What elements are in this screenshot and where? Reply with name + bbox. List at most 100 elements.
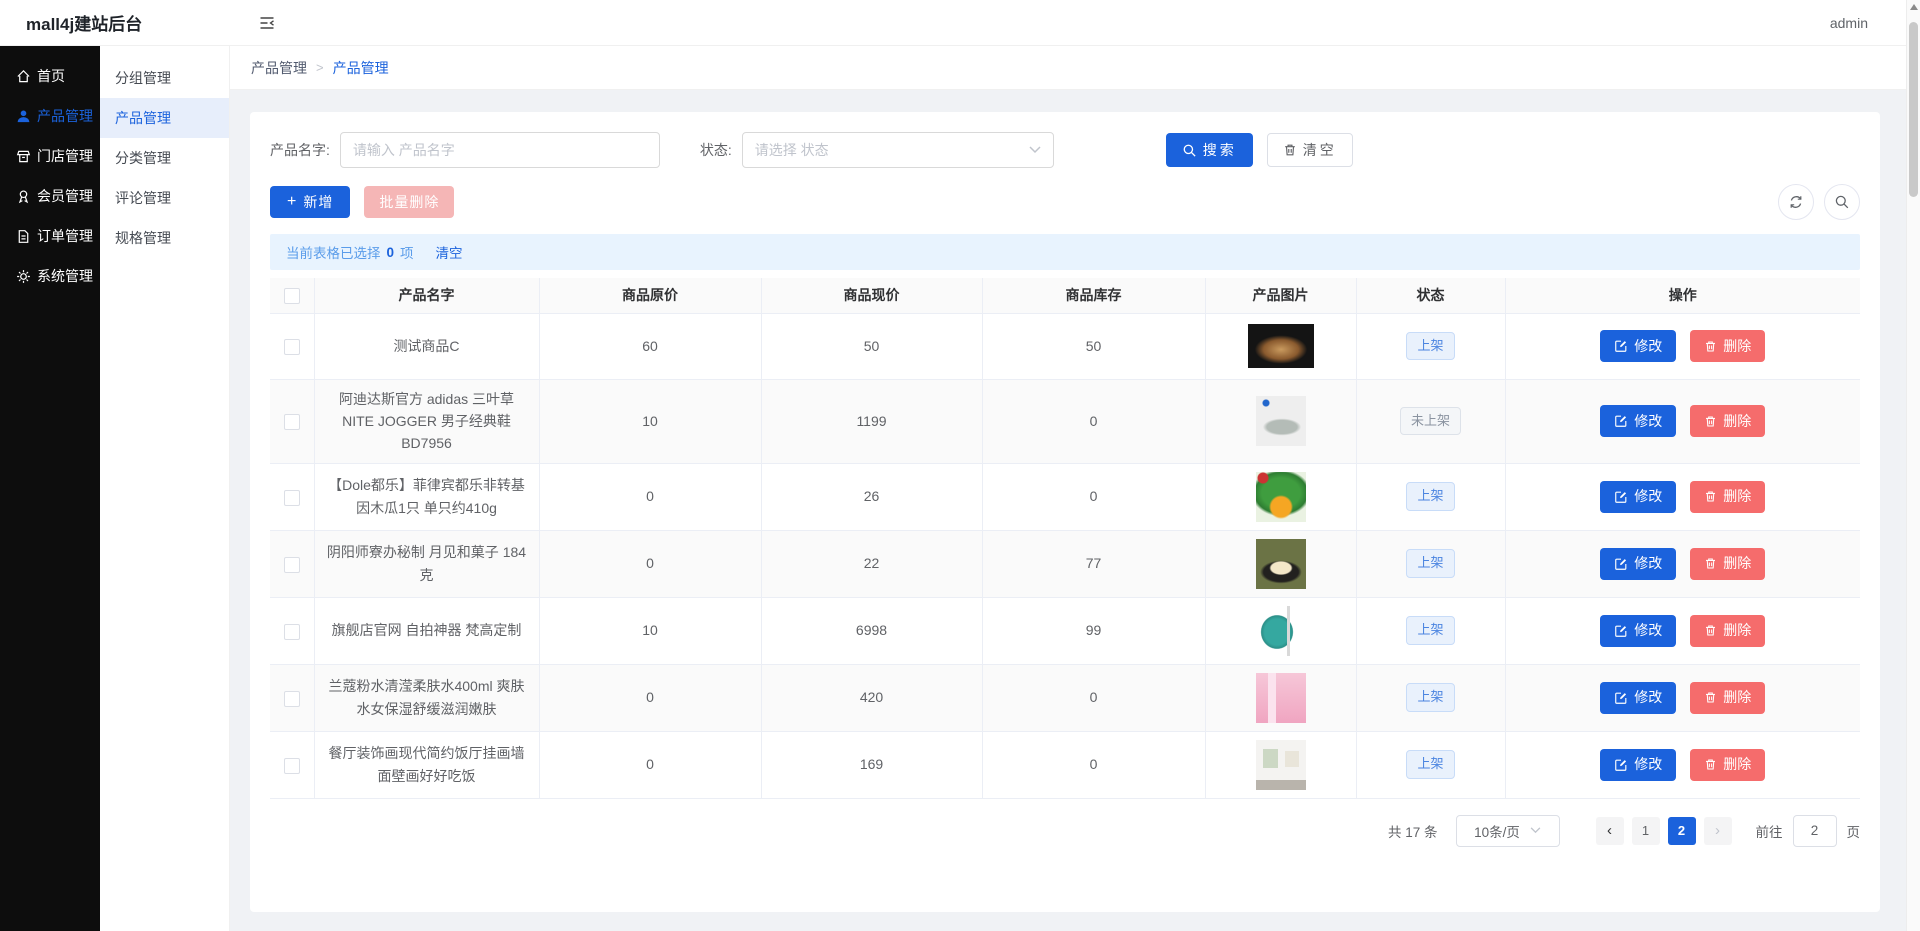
scroll-up-arrow-icon[interactable] <box>1910 4 1918 10</box>
sidebar-item-home[interactable]: 首页 <box>0 56 100 96</box>
stock: 77 <box>982 530 1205 597</box>
edit-button[interactable]: 修改 <box>1600 749 1676 781</box>
table-row: 兰蔻粉水清滢柔肤水400ml 爽肤水女保湿舒缓滋润嫩肤 0 420 0 上架 修… <box>270 664 1860 731</box>
delete-button[interactable]: 删除 <box>1690 481 1765 513</box>
search-icon <box>1834 194 1850 210</box>
original-price: 0 <box>539 530 761 597</box>
trash-icon <box>1704 758 1717 771</box>
row-checkbox[interactable] <box>284 490 300 506</box>
table-row: 阿迪达斯官方 adidas 三叶草 NITE JOGGER 男子经典鞋 BD79… <box>270 379 1860 463</box>
goto-unit: 页 <box>1847 821 1861 841</box>
edit-icon <box>1614 414 1628 428</box>
scrollbar-thumb[interactable] <box>1909 22 1918 197</box>
delete-button[interactable]: 删除 <box>1690 615 1765 647</box>
product-name: 阿迪达斯官方 adidas 三叶草 NITE JOGGER 男子经典鞋 BD79… <box>314 379 539 463</box>
table-row: 旗舰店官网 自拍神器 梵高定制 10 6998 99 上架 修改 删除 <box>270 597 1860 664</box>
goto-page-input[interactable] <box>1793 815 1837 847</box>
breadcrumb-parent[interactable]: 产品管理 <box>251 58 307 78</box>
original-price: 60 <box>539 313 761 379</box>
col-actions: 操作 <box>1505 278 1860 313</box>
page-button-1[interactable]: 1 <box>1632 817 1660 845</box>
status-select[interactable]: 请选择 状态 <box>742 132 1054 168</box>
submenu-item-groups[interactable]: 分组管理 <box>100 58 229 98</box>
edit-button[interactable]: 修改 <box>1600 682 1676 714</box>
product-name: 兰蔻粉水清滢柔肤水400ml 爽肤水女保湿舒缓滋润嫩肤 <box>314 664 539 731</box>
prev-page-button[interactable]: ‹ <box>1596 817 1624 845</box>
row-checkbox[interactable] <box>284 758 300 774</box>
row-checkbox[interactable] <box>284 339 300 355</box>
selection-text: 当前表格已选择 <box>286 242 381 262</box>
edit-button[interactable]: 修改 <box>1600 481 1676 513</box>
current-user[interactable]: admin <box>1830 15 1868 31</box>
column-search-button[interactable] <box>1824 184 1860 220</box>
page-button-2[interactable]: 2 <box>1668 817 1696 845</box>
submenu-item-specs[interactable]: 规格管理 <box>100 218 229 258</box>
add-button[interactable]: + 新增 <box>270 186 350 218</box>
product-name: 测试商品C <box>314 313 539 379</box>
row-checkbox[interactable] <box>284 557 300 573</box>
row-checkbox[interactable] <box>284 691 300 707</box>
vertical-scrollbar[interactable] <box>1906 0 1920 931</box>
breadcrumb-separator: > <box>316 60 324 75</box>
current-price: 420 <box>761 664 982 731</box>
clear-button[interactable]: 清空 <box>1267 133 1353 167</box>
menu-fold-icon[interactable] <box>258 15 276 31</box>
plus-icon: + <box>287 193 297 211</box>
edit-button[interactable]: 修改 <box>1600 615 1676 647</box>
edit-button[interactable]: 修改 <box>1600 330 1676 362</box>
row-checkbox[interactable] <box>284 624 300 640</box>
product-name: 旗舰店官网 自拍神器 梵高定制 <box>314 597 539 664</box>
delete-button[interactable]: 删除 <box>1690 330 1765 362</box>
original-price: 0 <box>539 731 761 798</box>
current-price: 6998 <box>761 597 982 664</box>
select-all-checkbox[interactable] <box>284 288 300 304</box>
filter-row: 产品名字: 状态: 请选择 状态 搜索 <box>270 132 1860 168</box>
current-price: 50 <box>761 313 982 379</box>
current-price: 1199 <box>761 379 982 463</box>
edit-icon <box>1614 624 1628 638</box>
product-image <box>1256 472 1306 522</box>
col-status: 状态 <box>1356 278 1505 313</box>
next-page-button[interactable]: › <box>1704 817 1732 845</box>
topbar: mall4j建站后台 admin <box>0 0 1920 46</box>
product-image <box>1256 673 1306 723</box>
product-name-input[interactable] <box>340 132 660 168</box>
edit-icon <box>1614 557 1628 571</box>
edit-button[interactable]: 修改 <box>1600 405 1676 437</box>
main-sidebar: 首页 产品管理 门店管理 会员管理 订单管理 系统管理 <box>0 46 100 931</box>
content-area: 产品名字: 状态: 请选择 状态 搜索 <box>230 90 1920 931</box>
selection-clear-link[interactable]: 清空 <box>436 242 463 262</box>
trash-icon <box>1704 490 1717 503</box>
delete-button[interactable]: 删除 <box>1690 749 1765 781</box>
edit-button[interactable]: 修改 <box>1600 548 1676 580</box>
sidebar-item-system[interactable]: 系统管理 <box>0 256 100 296</box>
table-header-row: 产品名字 商品原价 商品现价 商品库存 产品图片 状态 操作 <box>270 278 1860 313</box>
sidebar-item-members[interactable]: 会员管理 <box>0 176 100 216</box>
sidebar-item-stores[interactable]: 门店管理 <box>0 136 100 176</box>
delete-button[interactable]: 删除 <box>1690 405 1765 437</box>
gear-icon <box>16 269 31 284</box>
breadcrumb-current[interactable]: 产品管理 <box>333 58 389 78</box>
table-row: 餐厅装饰画现代简约饭厅挂画墙面壁画好好吃饭 0 169 0 上架 修改 删除 <box>270 731 1860 798</box>
page-size-select[interactable]: 10条/页 <box>1456 815 1560 847</box>
batch-delete-button[interactable]: 批量删除 <box>364 186 454 218</box>
sidebar-item-orders[interactable]: 订单管理 <box>0 216 100 256</box>
app-title: mall4j建站后台 <box>26 10 142 35</box>
status-badge: 上架 <box>1406 750 1454 779</box>
product-image <box>1256 606 1306 656</box>
submenu-item-products[interactable]: 产品管理 <box>100 98 229 138</box>
search-icon <box>1182 143 1197 158</box>
submenu-item-categories[interactable]: 分类管理 <box>100 138 229 178</box>
product-name: 阴阳师寮办秘制 月见和菓子 184克 <box>314 530 539 597</box>
row-checkbox[interactable] <box>284 414 300 430</box>
delete-button[interactable]: 删除 <box>1690 548 1765 580</box>
search-button[interactable]: 搜索 <box>1166 133 1253 167</box>
refresh-icon <box>1788 194 1804 210</box>
stock: 99 <box>982 597 1205 664</box>
col-original-price: 商品原价 <box>539 278 761 313</box>
refresh-button[interactable] <box>1778 184 1814 220</box>
sidebar-item-products[interactable]: 产品管理 <box>0 96 100 136</box>
selection-alert: 当前表格已选择 0 项 清空 <box>270 234 1860 270</box>
submenu-item-comments[interactable]: 评论管理 <box>100 178 229 218</box>
delete-button[interactable]: 删除 <box>1690 682 1765 714</box>
